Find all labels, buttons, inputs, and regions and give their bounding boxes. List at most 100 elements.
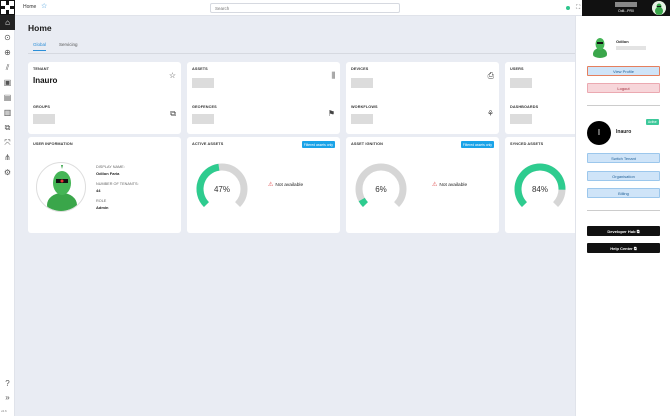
not-available-message: ⚠ Not available	[432, 181, 467, 188]
card-assets[interactable]: ASSETS ⫼	[187, 62, 340, 105]
top-bar: Home ☆ ⛶ ◌ ♪	[15, 0, 670, 16]
fullscreen-icon[interactable]: ⛶	[576, 4, 580, 12]
camera-icon[interactable]: ▣	[0, 75, 15, 90]
display-name-label: DISPLAY NAME:	[96, 165, 125, 169]
page-title: Home	[28, 23, 52, 33]
user-menu-trigger[interactable]: Odil...PR0	[582, 0, 670, 16]
active-badge: Active	[646, 119, 659, 125]
card-asset-ignition[interactable]: ASSET IGNITION Filtered assets only 6% ⚠…	[346, 137, 499, 233]
switch-tenant-button[interactable]: Switch Tenant	[587, 153, 660, 163]
role-value: Admin	[96, 205, 109, 210]
warning-triangle-icon: ⚠	[432, 182, 438, 188]
card-label: DEVICES	[351, 67, 369, 71]
card-label: USER INFORMATION	[33, 142, 73, 146]
user-short-name: Odil...PR0	[618, 9, 634, 13]
not-available-message: ⚠ Not available	[268, 181, 303, 188]
workflow-icon[interactable]: ⤧	[0, 135, 15, 150]
star-icon[interactable]: ☆	[41, 2, 47, 10]
search-input[interactable]	[210, 3, 400, 13]
card-label: DASHBOARDS	[510, 105, 539, 109]
active-assets-gauge: 47%	[196, 163, 248, 208]
card-geofences[interactable]: GEOFENCES ⚑	[187, 100, 340, 134]
profile-email-blur	[616, 46, 646, 50]
organisation-button[interactable]: Organisation	[587, 171, 660, 181]
sidebar: ⌂ ⊙ ⊕ ⫽ ▣ ▤ ▥ ⧉ ⤧ ⋔ ⚙ ? » v2.6	[0, 0, 15, 416]
tab-divider	[28, 53, 575, 54]
filtered-badge: Filtered assets only	[460, 141, 494, 148]
tenants-count-value: 44	[96, 188, 101, 193]
card-active-assets[interactable]: ACTIVE ASSETS Filtered assets only 47% ⚠…	[187, 137, 340, 233]
location-icon[interactable]: ⊙	[0, 30, 15, 45]
geofence-icon[interactable]: ⧉	[0, 120, 15, 135]
divider	[587, 105, 660, 106]
filtered-badge: Filtered assets only	[301, 141, 335, 148]
logout-button[interactable]: Logout	[587, 83, 660, 93]
external-link-icon: ⧉	[636, 229, 640, 234]
tab-global[interactable]: Global	[33, 42, 47, 51]
profile-name: Odilon	[616, 39, 629, 44]
role-label: ROLE	[96, 199, 107, 203]
card-synced-assets[interactable]: SYNCED ASSETS 84%	[505, 137, 575, 233]
globe-search-icon[interactable]: ⊕	[0, 45, 15, 60]
help-circle-icon[interactable]: ?	[0, 376, 15, 391]
hierarchy-icon[interactable]: ⋔	[0, 150, 15, 165]
asset-ignition-gauge: 6%	[355, 163, 407, 208]
card-label: SYNCED ASSETS	[510, 142, 544, 146]
developer-hub-label: Developer Hub	[607, 229, 636, 234]
gauge-value: 84%	[532, 185, 548, 194]
tab-servicing[interactable]: Servicing	[59, 42, 78, 50]
card-label: GROUPS	[33, 105, 51, 109]
avatar[interactable]	[652, 1, 666, 15]
card-tenant[interactable]: TENANT Inauro ☆	[28, 62, 181, 105]
user-name-blur	[615, 2, 637, 7]
card-dashboards[interactable]: DASHBOARDS	[505, 100, 575, 134]
device-icon: ⎙	[487, 71, 494, 80]
tenant-name: Inauro	[616, 129, 632, 135]
view-profile-button[interactable]: View Profile	[587, 66, 660, 76]
version-label: v2.6	[1, 409, 7, 413]
status-dot-icon	[566, 6, 570, 10]
not-available-text: Not available	[275, 183, 304, 188]
card-devices[interactable]: DEVICES ⎙	[346, 62, 499, 105]
value-placeholder	[192, 78, 214, 88]
main-content: Home Global Servicing TENANT Inauro ☆ AS…	[15, 16, 575, 416]
card-label: WORKFLOWS	[351, 105, 378, 109]
display-name-value: Odilon Faria	[96, 171, 120, 176]
developer-hub-button[interactable]: Developer Hub ⧉	[587, 226, 660, 236]
gauge-fill	[358, 197, 368, 208]
help-center-button[interactable]: Help Center ⧉	[587, 243, 660, 253]
card-workflows[interactable]: WORKFLOWS ⚘	[346, 100, 499, 134]
warning-triangle-icon: ⚠	[268, 182, 274, 188]
document-icon[interactable]: ▤	[0, 90, 15, 105]
value-placeholder	[351, 78, 373, 88]
gauge-value: 6%	[375, 185, 387, 194]
value-placeholder	[510, 78, 532, 88]
user-profile-panel: Odilon View Profile Logout I Inauro Acti…	[575, 16, 670, 416]
card-groups[interactable]: GROUPS ⧉	[28, 100, 181, 134]
assets-bars-icon: ⫼	[331, 71, 335, 80]
value-placeholder	[192, 114, 214, 124]
card-users[interactable]: USERS	[505, 62, 575, 105]
star-outline-icon: ☆	[168, 71, 176, 80]
card-label: ASSETS	[192, 67, 208, 71]
home-icon[interactable]: ⌂	[0, 15, 15, 30]
breadcrumb[interactable]: Home	[23, 4, 36, 10]
divider	[587, 210, 660, 211]
report-icon[interactable]: ▥	[0, 105, 15, 120]
app-logo[interactable]	[0, 0, 15, 15]
card-label: ACTIVE ASSETS	[192, 142, 224, 146]
billing-button[interactable]: Billing	[587, 188, 660, 198]
gauge-value: 47%	[214, 185, 230, 194]
chart-icon[interactable]: ⫽	[0, 60, 15, 75]
tenant-logo: I	[587, 121, 611, 145]
not-available-text: Not available	[439, 183, 468, 188]
settings-icon[interactable]: ⚙	[0, 165, 15, 180]
value-placeholder	[33, 114, 55, 124]
help-center-label: Help Center	[610, 246, 633, 251]
synced-assets-gauge: 84%	[514, 163, 566, 208]
user-avatar-large	[36, 162, 86, 212]
expand-icon[interactable]: »	[0, 390, 15, 405]
external-link-icon: ⧉	[633, 246, 637, 251]
tenant-value: Inauro	[33, 76, 58, 85]
value-placeholder	[351, 114, 373, 124]
